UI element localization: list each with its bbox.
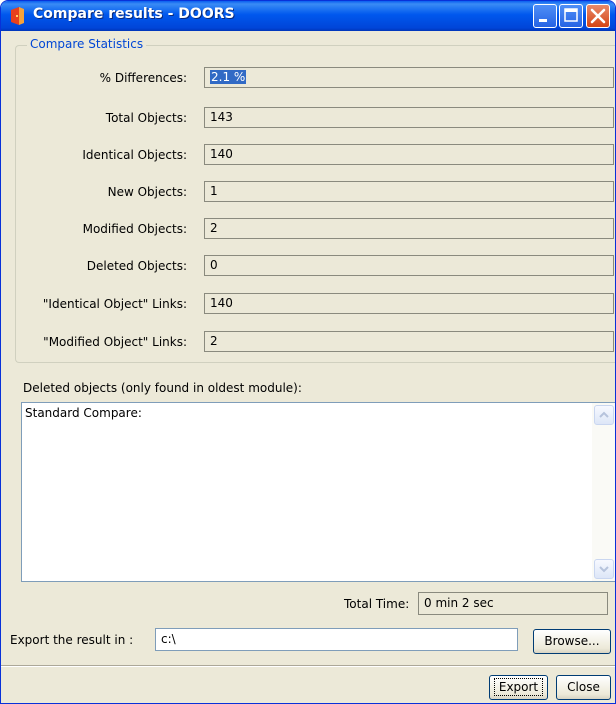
bottom-separator	[1, 665, 615, 667]
differences-label: % Differences:	[99, 71, 187, 85]
close-window-button[interactable]	[586, 4, 610, 28]
doors-app-icon	[11, 7, 24, 25]
compare-statistics-group	[15, 45, 615, 363]
close-icon	[590, 8, 606, 24]
modified-object-links-label: "Modified Object" Links:	[43, 335, 187, 349]
identical-objects-label: Identical Objects:	[82, 148, 187, 162]
vertical-scrollbar[interactable]	[592, 403, 615, 581]
modified-objects-field[interactable]: 2	[204, 218, 614, 239]
export-button-label: Export	[493, 678, 544, 696]
maximize-icon	[564, 8, 578, 22]
export-path-input[interactable]: c:\	[155, 628, 518, 651]
export-button[interactable]: Export	[489, 675, 548, 700]
export-path-label: Export the result in :	[10, 633, 134, 647]
compare-results-window: Compare results - DOORS Compare Statisti…	[0, 0, 616, 704]
identical-object-links-label: "Identical Object" Links:	[42, 297, 187, 311]
browse-button[interactable]: Browse...	[533, 629, 611, 654]
new-objects-field[interactable]: 1	[204, 181, 614, 202]
modified-object-links-field[interactable]: 2	[204, 331, 614, 352]
identical-object-links-field[interactable]: 140	[204, 293, 614, 314]
maximize-button[interactable]	[559, 4, 583, 28]
deleted-objects-field[interactable]: 0	[204, 255, 614, 276]
close-button[interactable]: Close	[556, 675, 611, 700]
chevron-up-icon	[599, 411, 609, 418]
deleted-objects-textarea[interactable]: Standard Compare:	[21, 402, 615, 582]
title-bar[interactable]: Compare results - DOORS	[1, 1, 615, 31]
deleted-objects-section-label: Deleted objects (only found in oldest mo…	[23, 381, 302, 395]
new-objects-label: New Objects:	[107, 185, 187, 199]
total-objects-label: Total Objects:	[105, 111, 187, 125]
window-title: Compare results - DOORS	[33, 6, 235, 22]
differences-field[interactable]: 2.1 %	[204, 67, 614, 88]
identical-objects-field[interactable]: 140	[204, 144, 614, 165]
minimize-icon	[539, 19, 547, 22]
deleted-objects-label: Deleted Objects:	[86, 259, 187, 273]
scroll-down-button[interactable]	[594, 559, 614, 579]
total-time-label: Total Time:	[344, 597, 410, 611]
minimize-button[interactable]	[533, 4, 557, 28]
compare-statistics-legend: Compare Statistics	[27, 37, 147, 51]
differences-value: 2.1 %	[210, 70, 247, 84]
deleted-objects-text: Standard Compare:	[25, 406, 142, 420]
chevron-down-icon	[599, 566, 609, 573]
scroll-up-button[interactable]	[594, 405, 614, 425]
total-time-field[interactable]: 0 min 2 sec	[418, 592, 608, 615]
total-objects-field[interactable]: 143	[204, 107, 614, 128]
modified-objects-label: Modified Objects:	[82, 222, 187, 236]
